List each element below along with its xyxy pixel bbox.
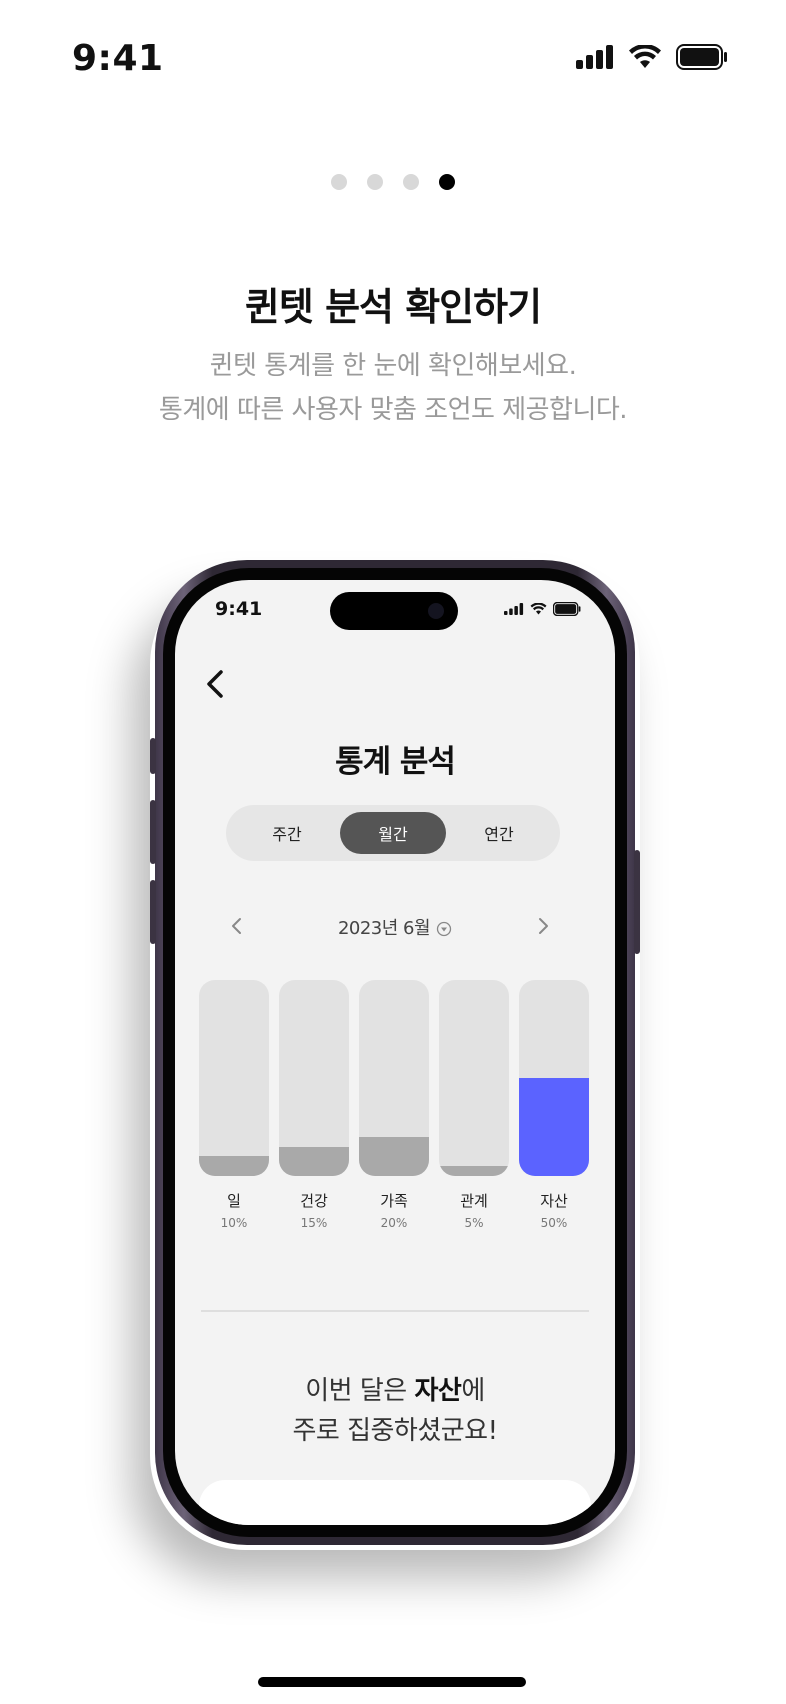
- page-dot-3[interactable]: [403, 174, 419, 190]
- camera-icon: [428, 603, 444, 619]
- advice-card[interactable]: [199, 1480, 591, 1525]
- onboarding-subtitle-line-2: 통계에 따른 사용자 맞춤 조언도 제공합니다.: [158, 395, 628, 425]
- battery-icon: [676, 44, 727, 70]
- tab-weekly[interactable]: 주간: [234, 812, 340, 854]
- bar-track: [279, 980, 349, 1176]
- bar-1[interactable]: [199, 1156, 269, 1176]
- page-dot-2[interactable]: [367, 174, 383, 190]
- bar-track: [199, 980, 269, 1176]
- bar-value-label: 10%: [220, 1216, 248, 1230]
- summary-highlight-category: 자산: [414, 1376, 462, 1406]
- wifi-icon: [629, 45, 661, 68]
- phone-volume-down-button: [150, 880, 156, 944]
- bar-4[interactable]: [439, 1166, 509, 1176]
- screen-title: 통계 분석: [335, 744, 456, 780]
- status-bar: 9:41: [0, 0, 786, 120]
- phone-power-button: [634, 850, 640, 954]
- cellular-signal-icon: [504, 603, 524, 615]
- mockup-status-time: 9:41: [215, 598, 263, 620]
- summary-line-2: 주로 집중하셨군요!: [292, 1416, 498, 1446]
- cellular-signal-icon: [576, 45, 613, 69]
- bar-value-label: 50%: [540, 1216, 568, 1230]
- onboarding-subtitle-line-1: 퀸텟 통계를 한 눈에 확인해보세요.: [209, 351, 577, 381]
- dropdown-circle-icon: [436, 921, 452, 937]
- bar-value-label: 20%: [380, 1216, 408, 1230]
- summary-line-1: 이번 달은 자산에: [175, 1370, 615, 1407]
- home-indicator[interactable]: [258, 1677, 526, 1687]
- bar-category-label: 건강: [300, 1192, 328, 1210]
- bar-2[interactable]: [279, 1147, 349, 1176]
- period-segmented-control: 주간 월간 연간: [226, 805, 560, 861]
- phone-volume-up-button: [150, 800, 156, 864]
- page-dot-1[interactable]: [331, 174, 347, 190]
- battery-icon: [553, 602, 581, 616]
- dynamic-island: [330, 592, 458, 630]
- month-label: 2023년 6월: [337, 918, 431, 939]
- status-icons: [576, 44, 728, 70]
- bar-value-label: 5%: [464, 1216, 484, 1230]
- page-indicator: [0, 174, 786, 190]
- mockup-status-icons: [504, 602, 581, 616]
- bar-category-label: 일: [227, 1192, 241, 1210]
- back-chevron-icon[interactable]: [201, 666, 231, 702]
- page-dot-4-active[interactable]: [439, 174, 455, 190]
- tab-yearly[interactable]: 연간: [446, 812, 552, 854]
- phone-action-button: [150, 738, 156, 774]
- bar-5[interactable]: [519, 1078, 589, 1176]
- bar-3[interactable]: [359, 1137, 429, 1176]
- bar-value-label: 15%: [300, 1216, 328, 1230]
- bar-category-label: 가족: [380, 1192, 408, 1210]
- bar-track: [439, 980, 509, 1176]
- summary-text-post: 에: [461, 1376, 485, 1406]
- bar-category-label: 자산: [540, 1192, 568, 1210]
- onboarding-title: 퀸텟 분석 확인하기: [244, 285, 542, 329]
- tab-monthly[interactable]: 월간: [340, 812, 446, 854]
- divider: [201, 1310, 589, 1312]
- bar-category-label: 관계: [460, 1192, 488, 1210]
- bar-track: [359, 980, 429, 1176]
- next-month-chevron-icon[interactable]: [533, 914, 553, 938]
- wifi-icon: [530, 603, 547, 615]
- category-bar-chart: [199, 980, 589, 1176]
- phone-screen: 9:41 통계 분석 주간 월간 연간 2023년 6월 일 10% 건강 15…: [175, 580, 615, 1525]
- status-time: 9:41: [72, 38, 164, 79]
- summary-text-pre: 이번 달은: [305, 1376, 415, 1406]
- bar-track: [519, 980, 589, 1176]
- month-navigator: 2023년 6월: [175, 910, 615, 942]
